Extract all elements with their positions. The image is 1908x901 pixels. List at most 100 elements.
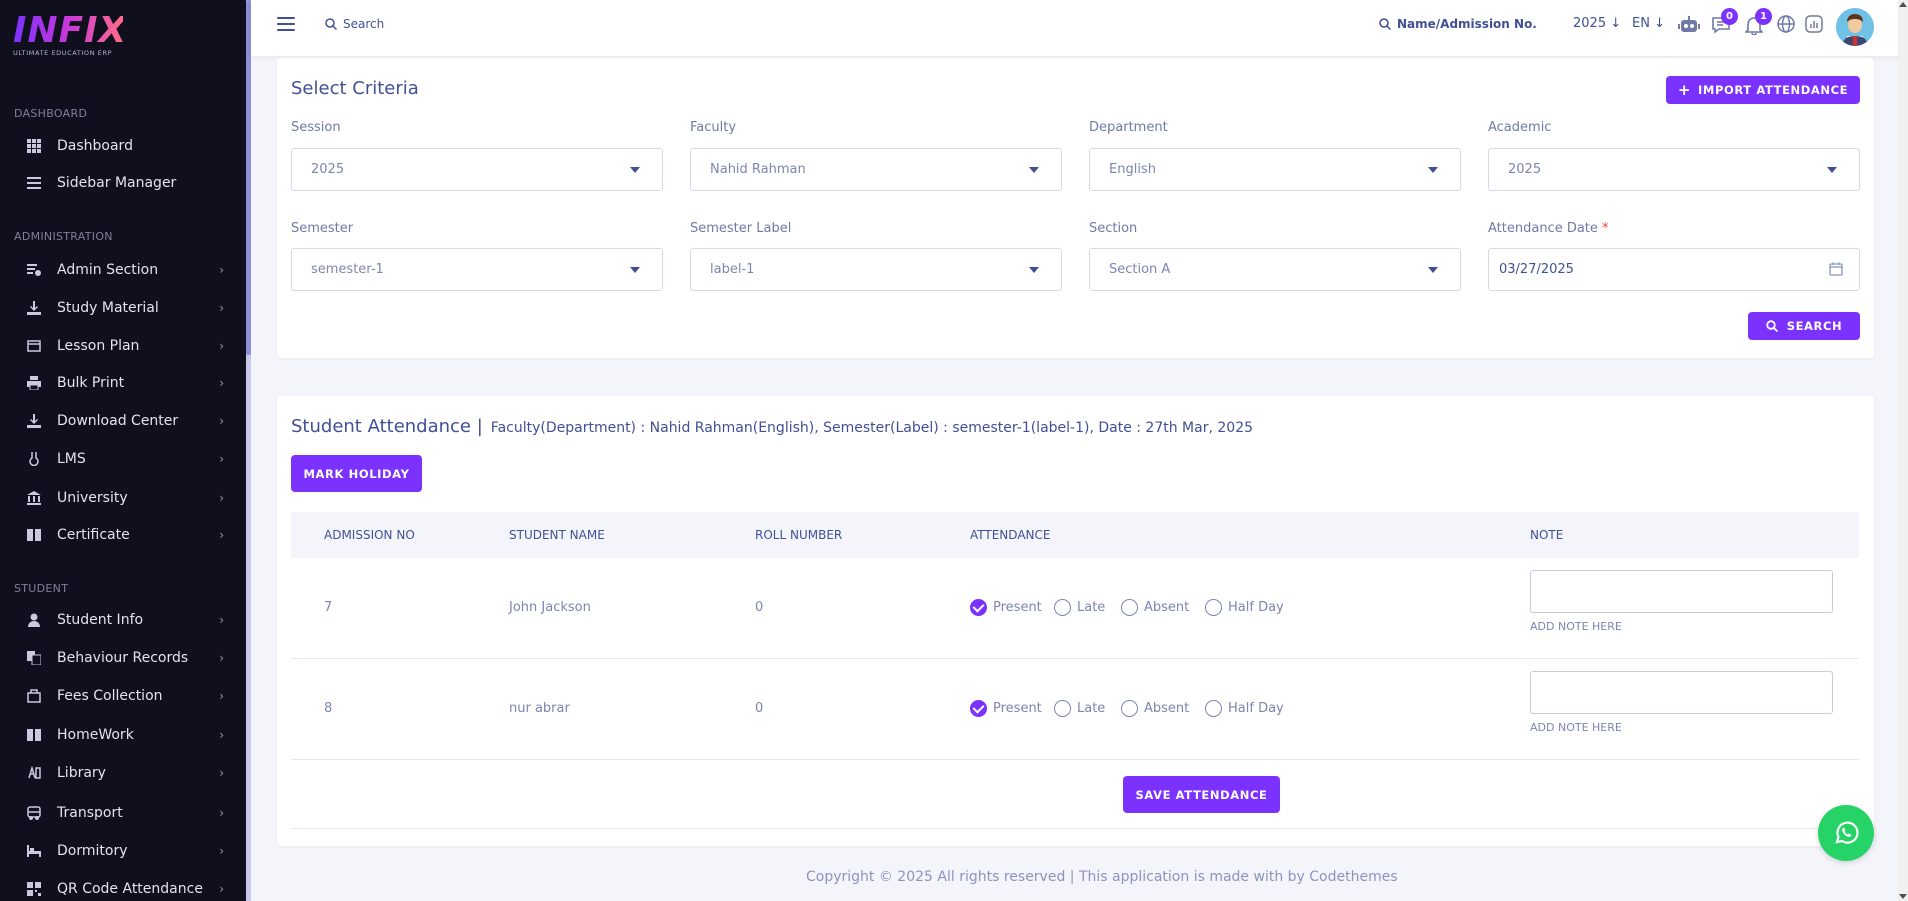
sidebar-item-bulk-print[interactable]: Bulk Print › — [0, 365, 246, 401]
avatar[interactable] — [1836, 8, 1874, 46]
plus-icon: + — [1677, 81, 1692, 99]
search-icon — [1379, 18, 1391, 30]
attendance-late[interactable]: Late — [1054, 599, 1105, 616]
sidebar-item-sidebar-manager[interactable]: Sidebar Manager — [0, 165, 246, 201]
sidebar-item-library[interactable]: Library › — [0, 755, 246, 791]
chat-icon[interactable]: 0 — [1711, 8, 1738, 35]
attendance-absent[interactable]: Absent — [1121, 700, 1189, 717]
attendance-present[interactable]: Present — [970, 700, 1042, 717]
scroll-up-icon[interactable] — [1899, 2, 1907, 7]
sidebar-item-label: Admin Section — [57, 262, 159, 278]
logo[interactable]: INFIX ULTIMATE EDUCATION ERP — [13, 13, 126, 64]
year-value: 2025 — [1573, 16, 1607, 31]
chevron-right-icon: › — [219, 613, 224, 627]
search-button[interactable]: SEARCH — [1748, 312, 1860, 340]
sidebar-item-label: Fees Collection — [57, 688, 163, 704]
chevron-right-icon: › — [219, 301, 224, 315]
student-name-cell: John Jackson — [509, 600, 591, 615]
note-input[interactable] — [1530, 671, 1833, 714]
language-selector[interactable]: EN ↓ — [1632, 16, 1665, 31]
radio-checked-icon[interactable] — [970, 599, 987, 616]
attendance-half-day[interactable]: Half Day — [1205, 599, 1284, 616]
attendance-present[interactable]: Present — [970, 599, 1042, 616]
section-label: Section — [1089, 221, 1138, 236]
sidebar-item-label: Dormitory — [57, 843, 128, 859]
column-note[interactable]: NOTE — [1530, 528, 1563, 542]
column-attendance[interactable]: ATTENDANCE — [970, 528, 1050, 542]
semester-value: semester-1 — [311, 262, 384, 277]
notification-badge: 1 — [1755, 8, 1772, 25]
globe-icon[interactable] — [1777, 15, 1797, 35]
attendance-half-day[interactable]: Half Day — [1205, 700, 1284, 717]
sidebar-item-lms[interactable]: LMS › — [0, 441, 246, 477]
academic-select[interactable]: 2025 — [1488, 148, 1860, 191]
radio-icon[interactable] — [1205, 700, 1222, 717]
sidebar-item-university[interactable]: University › — [0, 480, 246, 516]
column-student-name[interactable]: STUDENT NAME — [509, 528, 605, 542]
department-select[interactable]: English — [1089, 148, 1461, 191]
semester-label-value: label-1 — [710, 262, 755, 277]
save-attendance-button[interactable]: SAVE ATTENDANCE — [1123, 776, 1280, 813]
student-search[interactable]: Name/Admission No. — [1379, 17, 1537, 31]
sidebar-item-student-info[interactable]: Student Info › — [0, 602, 246, 638]
sidebar-item-lesson-plan[interactable]: Lesson Plan › — [0, 328, 246, 364]
chart-icon[interactable] — [1805, 15, 1825, 35]
page-scrollbar[interactable] — [1898, 0, 1908, 901]
column-roll-number[interactable]: ROLL NUMBER — [755, 528, 842, 542]
sidebar-item-behaviour-records[interactable]: Behaviour Records › — [0, 640, 246, 676]
caret-down-icon — [1428, 267, 1438, 273]
section-administration: ADMINISTRATION — [14, 230, 113, 243]
attendance-date-input[interactable]: 03/27/2025 — [1488, 248, 1860, 291]
header-search-label: Search — [343, 17, 385, 31]
sidebar-item-dormitory[interactable]: Dormitory › — [0, 833, 246, 869]
sidebar-item-label: Student Info — [57, 612, 144, 628]
attendance-late[interactable]: Late — [1054, 700, 1105, 717]
attendance-subtitle: Faculty(Department) : Nahid Rahman(Engli… — [490, 420, 1254, 436]
header-search[interactable]: Search — [325, 17, 384, 31]
sidebar-item-fees-collection[interactable]: Fees Collection › — [0, 678, 246, 714]
admission-no-cell: 8 — [324, 701, 333, 716]
sidebar-item-study-material[interactable]: Study Material › — [0, 290, 246, 326]
semester-select[interactable]: semester-1 — [291, 248, 663, 291]
attendance-absent[interactable]: Absent — [1121, 599, 1189, 616]
table-row: 7 John Jackson 0 Present Late Absent Hal… — [291, 558, 1859, 659]
university-icon — [26, 490, 42, 506]
mark-holiday-button[interactable]: MARK HOLIDAY — [291, 455, 422, 492]
table-row: 8 nur abrar 0 Present Late Absent Half D… — [291, 659, 1859, 760]
sidebar-item-label: Dashboard — [57, 138, 133, 154]
radio-icon[interactable] — [1054, 700, 1071, 717]
radio-icon[interactable] — [1054, 599, 1071, 616]
radio-icon[interactable] — [1205, 599, 1222, 616]
radio-icon[interactable] — [1121, 700, 1138, 717]
note-input[interactable] — [1530, 570, 1833, 613]
sidebar-item-qr-code-attendance[interactable]: QR Code Attendance › — [0, 871, 246, 901]
robot-icon[interactable] — [1678, 15, 1700, 35]
student-attendance-card: Student Attendance | Faculty(Department)… — [277, 396, 1874, 846]
sidebar-item-admin-section[interactable]: Admin Section › — [0, 252, 246, 288]
session-select[interactable]: 2025 — [291, 148, 663, 191]
scroll-down-icon[interactable] — [1899, 894, 1907, 899]
menu-toggle-icon[interactable] — [277, 17, 295, 31]
arrow-down-icon: ↓ — [1654, 16, 1665, 31]
radio-checked-icon[interactable] — [970, 700, 987, 717]
sidebar-scrollbar[interactable] — [246, 0, 251, 901]
bell-icon[interactable]: 1 — [1744, 8, 1772, 36]
section-select[interactable]: Section A — [1089, 248, 1461, 291]
sidebar-item-homework[interactable]: HomeWork › — [0, 717, 246, 753]
sidebar-item-transport[interactable]: Transport › — [0, 795, 246, 831]
semester-label-select[interactable]: label-1 — [690, 248, 1062, 291]
column-admission-no[interactable]: ADMISSION NO — [324, 528, 415, 542]
sidebar-item-certificate[interactable]: Certificate › — [0, 517, 246, 553]
faculty-label: Faculty — [690, 120, 737, 135]
sidebar-item-label: Transport — [57, 805, 123, 821]
radio-icon[interactable] — [1121, 599, 1138, 616]
sidebar-item-download-center[interactable]: Download Center › — [0, 403, 246, 439]
faculty-select[interactable]: Nahid Rahman — [690, 148, 1062, 191]
year-selector[interactable]: 2025 ↓ — [1573, 16, 1621, 31]
list-icon — [26, 175, 42, 191]
calendar-icon[interactable] — [1829, 262, 1843, 280]
department-value: English — [1109, 162, 1156, 177]
sidebar-item-dashboard[interactable]: Dashboard — [0, 128, 246, 164]
whatsapp-button[interactable] — [1818, 805, 1874, 861]
import-attendance-button[interactable]: + IMPORT ATTENDANCE — [1666, 76, 1860, 104]
